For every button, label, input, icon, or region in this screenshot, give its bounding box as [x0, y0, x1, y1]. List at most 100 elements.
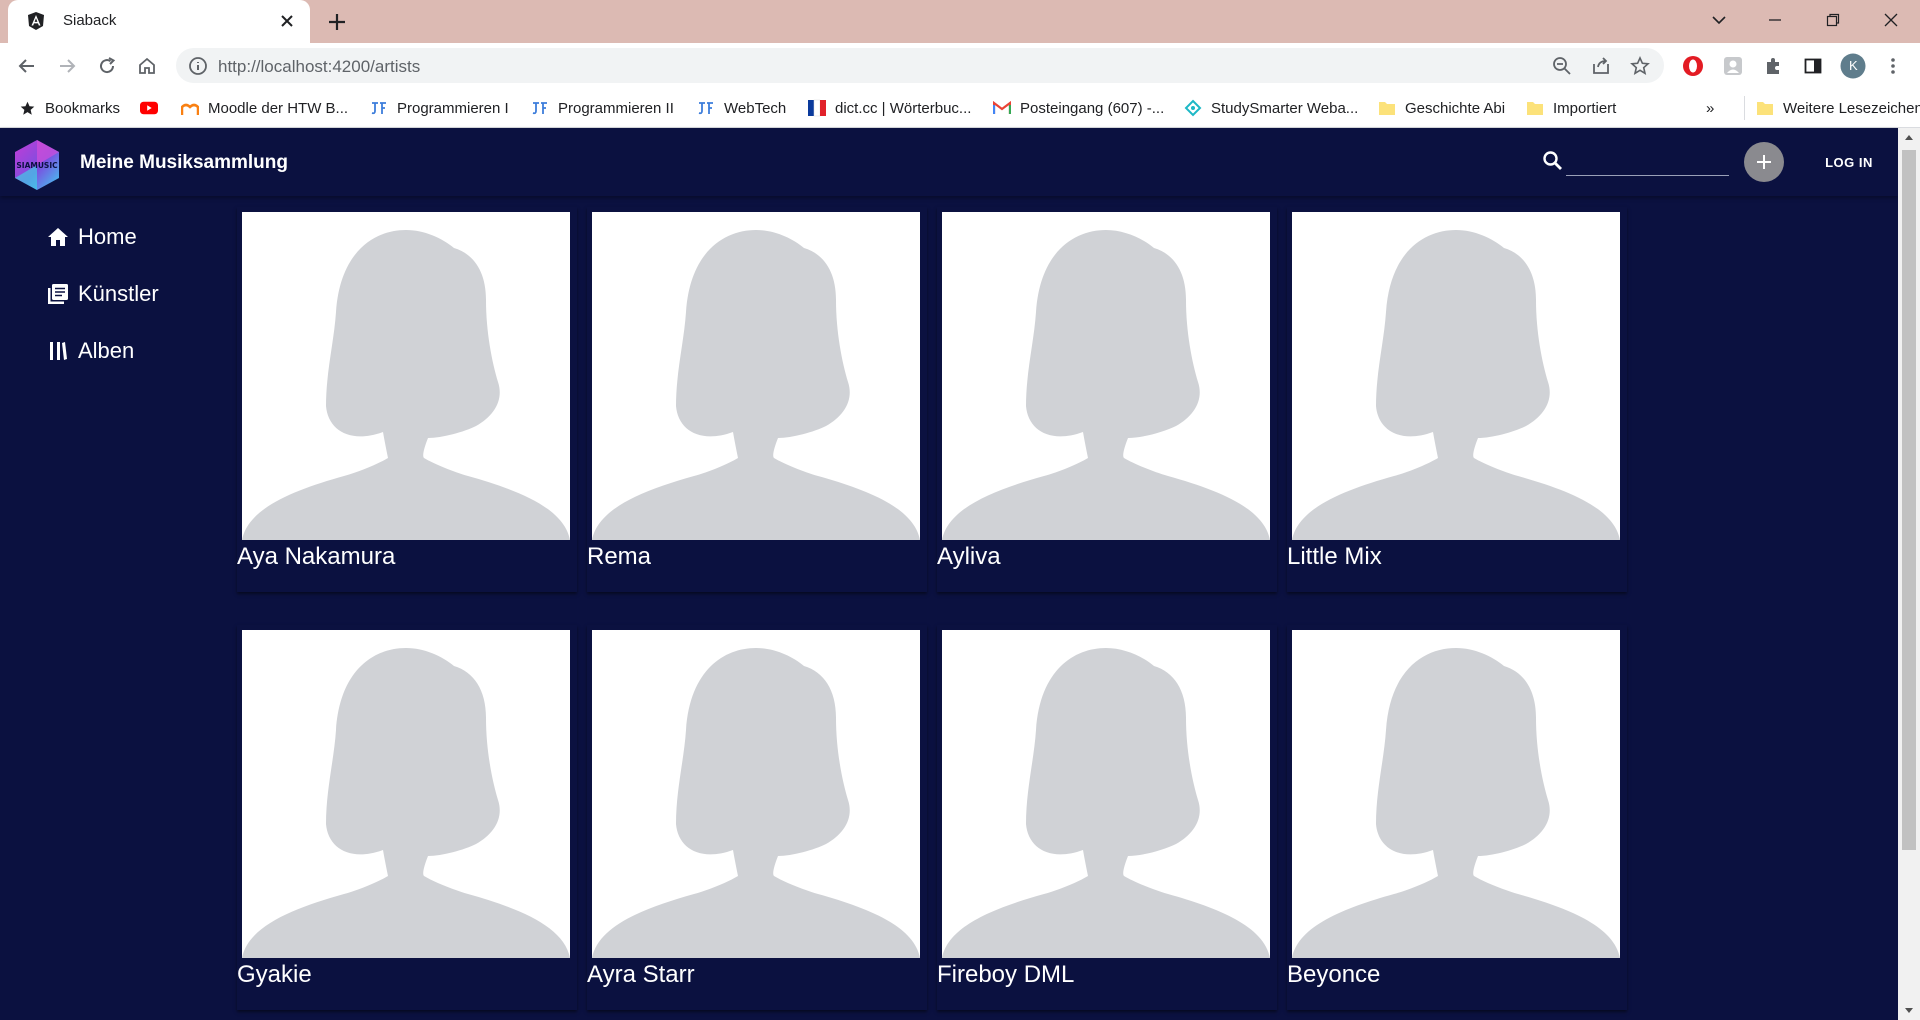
bookmark-label: Importiert	[1553, 99, 1617, 117]
forward-icon[interactable]	[52, 51, 82, 81]
folder-icon	[1378, 99, 1396, 117]
bookmark-item[interactable]: Posteingang (607) -...	[993, 97, 1164, 119]
site-info-icon[interactable]	[188, 56, 208, 76]
sidebar-item-label: Home	[78, 224, 137, 249]
bookmark-item[interactable]: Programmieren II	[531, 97, 674, 119]
bookmark-label: WebTech	[724, 99, 787, 117]
album-icon	[46, 339, 70, 363]
bookmark-item[interactable]: Importiert	[1526, 97, 1616, 119]
bookmark-item[interactable]: StudySmarter Weba...	[1184, 97, 1358, 119]
artist-card[interactable]: Beyonce	[1287, 625, 1627, 1010]
sidebar-item-kuenstler[interactable]: Künstler	[46, 279, 159, 309]
home-browser-icon[interactable]	[132, 51, 162, 81]
artist-avatar	[1292, 212, 1620, 540]
logo-text: SIAMUSIC	[16, 161, 58, 170]
new-tab-icon[interactable]	[324, 9, 350, 35]
bookmark-label: Programmieren II	[558, 99, 674, 117]
share-icon[interactable]	[1590, 55, 1612, 77]
app-title: Meine Musiksammlung	[80, 152, 288, 173]
close-tab-icon[interactable]	[276, 10, 298, 32]
artist-card[interactable]: Fireboy DML	[937, 625, 1277, 1010]
moodle-icon	[181, 99, 199, 117]
opera-icon[interactable]	[1680, 53, 1706, 79]
browser-toolbar: http://localhost:4200/artists K	[0, 43, 1920, 88]
artist-avatar	[592, 212, 920, 540]
artist-name: Beyonce	[1287, 961, 1381, 988]
artist-card[interactable]: Little Mix	[1287, 207, 1627, 592]
siamusic-logo[interactable]: SIAMUSIC	[13, 139, 61, 191]
tab-search-icon[interactable]	[1696, 0, 1742, 40]
person-placeholder-icon	[1292, 230, 1620, 540]
person-placeholder-icon	[1292, 648, 1620, 958]
artist-card[interactable]: Ayliva	[937, 207, 1277, 592]
browser-tab[interactable]: Siaback	[8, 0, 310, 43]
bookmark-item[interactable]	[140, 97, 158, 119]
artist-card[interactable]: Aya Nakamura	[237, 207, 577, 592]
tab-strip: Siaback	[0, 0, 1920, 43]
bookmark-label: StudySmarter Weba...	[1211, 99, 1359, 117]
login-button[interactable]: LOG IN	[1810, 142, 1888, 182]
side-panel-icon[interactable]	[1800, 53, 1826, 79]
app-toolbar: SIAMUSIC Meine Musiksammlung LOG IN	[0, 128, 1898, 196]
browser-menu-icon[interactable]	[1880, 53, 1906, 79]
extension-shield-icon[interactable]	[1720, 53, 1746, 79]
artist-card[interactable]: Ayra Starr	[587, 625, 927, 1010]
sidebar-item-alben[interactable]: Alben	[46, 336, 134, 366]
back-icon[interactable]	[12, 51, 42, 81]
zoom-icon[interactable]	[1551, 55, 1573, 77]
bookmark-label: Bookmarks	[45, 99, 121, 117]
add-button[interactable]	[1744, 142, 1784, 182]
bookmark-item[interactable]: WebTech	[697, 97, 786, 119]
scroll-down-icon[interactable]	[1898, 1000, 1920, 1020]
gmail-icon	[993, 99, 1011, 117]
bookmarks-overflow-button[interactable]: »	[1706, 97, 1714, 119]
extensions-puzzle-icon[interactable]	[1760, 53, 1786, 79]
scroll-thumb[interactable]	[1902, 150, 1916, 850]
page-scrollbar[interactable]	[1898, 128, 1920, 1020]
close-window-icon[interactable]	[1868, 0, 1914, 40]
artist-avatar	[1292, 630, 1620, 958]
search-input[interactable]	[1566, 144, 1729, 176]
jf-icon	[531, 99, 549, 117]
artist-card[interactable]: Gyakie	[237, 625, 577, 1010]
profile-avatar[interactable]: K	[1840, 53, 1866, 79]
bookmark-star-icon[interactable]	[1629, 55, 1651, 77]
bookmarks-bar: Bookmarks Moodle der HTW B... Programmie…	[0, 88, 1920, 128]
bookmark-item[interactable]: Bookmarks	[18, 97, 120, 119]
folder-icon	[1526, 99, 1544, 117]
url-text[interactable]: http://localhost:4200/artists	[218, 57, 420, 77]
artist-avatar	[942, 212, 1270, 540]
minimize-icon[interactable]	[1752, 0, 1798, 40]
artist-name: Ayra Starr	[587, 961, 695, 988]
jf-icon	[370, 99, 388, 117]
address-bar[interactable]: http://localhost:4200/artists	[176, 48, 1664, 83]
artist-card[interactable]: Rema	[587, 207, 927, 592]
bookmark-label: Programmieren I	[397, 99, 509, 117]
artist-avatar	[242, 212, 570, 540]
person-placeholder-icon	[942, 230, 1270, 540]
bookmark-item[interactable]: dict.cc | Wörterbuc...	[808, 97, 971, 119]
artist-name: Rema	[587, 543, 652, 570]
reload-icon[interactable]	[92, 51, 122, 81]
person-placeholder-icon	[242, 648, 570, 958]
bookmark-item[interactable]: Programmieren I	[370, 97, 509, 119]
sidebar-item-home[interactable]: Home	[46, 222, 137, 252]
restore-icon[interactable]	[1810, 0, 1856, 40]
bookmark-item[interactable]: Moodle der HTW B...	[181, 97, 348, 119]
star-icon	[18, 99, 36, 117]
sidebar-item-label: Alben	[78, 338, 135, 363]
overflow-label: »	[1706, 99, 1715, 117]
person-placeholder-icon	[592, 648, 920, 958]
youtube-icon	[140, 99, 158, 117]
artist-name: Ayliva	[937, 543, 1001, 570]
angular-icon	[28, 12, 44, 30]
bookmark-label: Posteingang (607) -...	[1020, 99, 1165, 117]
other-bookmarks[interactable]: Weitere Lesezeichen	[1744, 97, 1920, 119]
artist-name: Aya Nakamura	[237, 543, 396, 570]
bookmark-item[interactable]: Geschichte Abi	[1378, 97, 1505, 119]
sidebar-nav: Home Künstler Alben	[0, 196, 225, 1020]
bookmark-label: Geschichte Abi	[1405, 99, 1506, 117]
scroll-up-icon[interactable]	[1898, 128, 1920, 148]
folder-icon	[1756, 99, 1774, 117]
library-icon	[46, 282, 70, 306]
